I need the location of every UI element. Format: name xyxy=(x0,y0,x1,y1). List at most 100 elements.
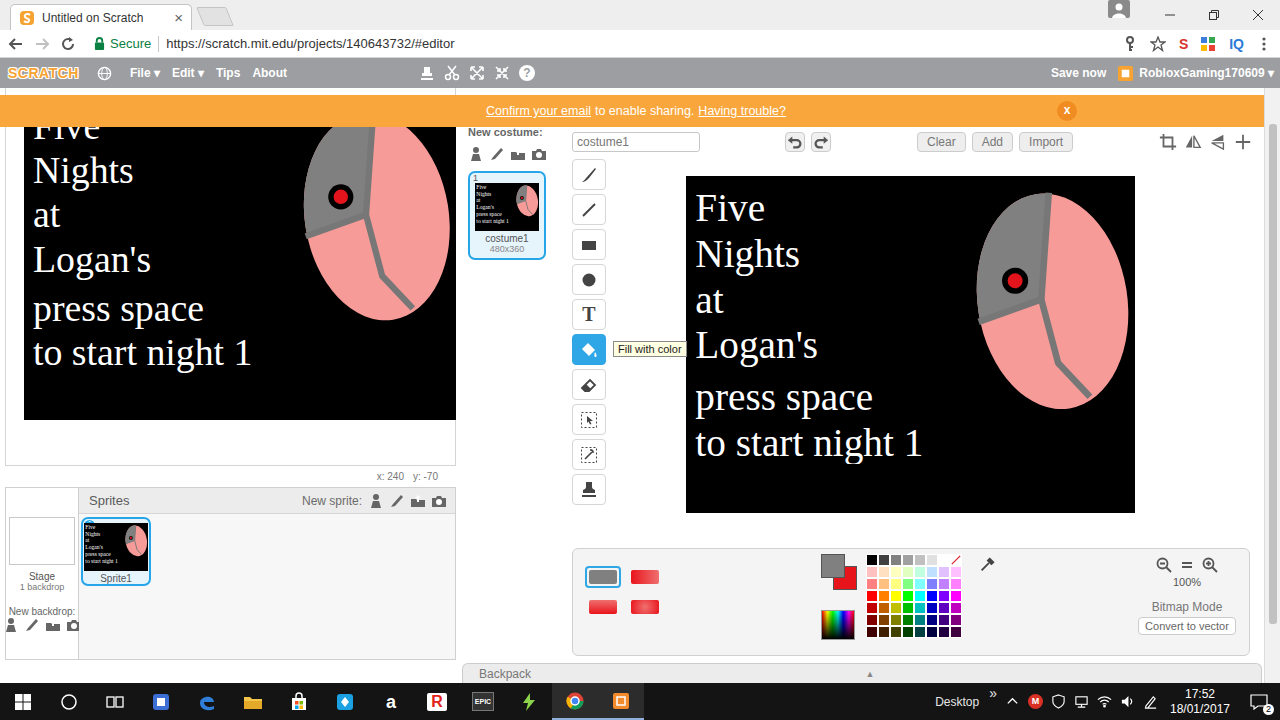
palette-color[interactable] xyxy=(902,614,914,626)
task-view-taskbar-button[interactable] xyxy=(92,683,138,720)
user-menu[interactable]: RobloxGaming170609 ▾ xyxy=(1139,66,1274,80)
palette-color[interactable] xyxy=(902,554,914,566)
chrome-taskbar-button[interactable] xyxy=(552,683,598,720)
paint-tool[interactable] xyxy=(572,229,606,260)
palette-color[interactable] xyxy=(878,614,890,626)
palette-color[interactable] xyxy=(938,614,950,626)
paint-tool[interactable] xyxy=(572,194,606,225)
save-now-button[interactable]: Save now xyxy=(1051,66,1106,80)
scratch-logo[interactable]: SCRATCH xyxy=(8,65,79,81)
palette-color[interactable] xyxy=(878,566,890,578)
palette-color[interactable] xyxy=(866,626,878,638)
menu-item[interactable]: Tips xyxy=(216,66,240,80)
palette-color[interactable] xyxy=(914,602,926,614)
flip-horizontal-icon[interactable] xyxy=(1184,133,1202,151)
amazon-taskbar-button[interactable]: a xyxy=(368,683,414,720)
url-text[interactable]: https://scratch.mit.edu/projects/1406437… xyxy=(166,36,454,51)
palette-color[interactable] xyxy=(902,578,914,590)
palette-color[interactable] xyxy=(902,602,914,614)
toolbar-overflow[interactable]: » xyxy=(989,685,997,701)
address-bar[interactable]: Securehttps://scratch.mit.edu/projects/1… xyxy=(94,36,455,52)
paint-tool[interactable] xyxy=(572,264,606,295)
palette-color[interactable] xyxy=(938,602,950,614)
menu-dots-icon[interactable] xyxy=(1256,36,1272,52)
flip-vertical-icon[interactable] xyxy=(1209,133,1227,151)
menu-item[interactable]: File ▾ xyxy=(130,66,160,80)
eyedropper-icon[interactable] xyxy=(978,556,996,574)
palette-color[interactable] xyxy=(914,626,926,638)
palette-color[interactable] xyxy=(914,590,926,602)
palette-color[interactable] xyxy=(926,578,938,590)
edge-taskbar-button[interactable] xyxy=(184,683,230,720)
forward-arrow-icon[interactable] xyxy=(34,36,50,52)
fill-mode[interactable] xyxy=(585,566,621,588)
backpack-bar[interactable]: Backpack▲ xyxy=(462,663,1262,683)
palette-color[interactable] xyxy=(926,614,938,626)
banner-close-button[interactable]: x xyxy=(1057,101,1077,121)
palette-color[interactable] xyxy=(890,602,902,614)
paint-button[interactable]: Add xyxy=(972,132,1013,152)
zoom-reset-icon[interactable] xyxy=(1179,557,1195,573)
palette-color[interactable] xyxy=(950,578,962,590)
paint-icon[interactable] xyxy=(389,493,405,509)
clock[interactable]: 17:5218/01/2017 xyxy=(1162,687,1238,717)
palette-color[interactable] xyxy=(890,578,902,590)
palette-color[interactable] xyxy=(878,590,890,602)
store-taskbar-button[interactable] xyxy=(276,683,322,720)
paint-tool[interactable]: Fill with color xyxy=(572,334,606,365)
palette-color[interactable] xyxy=(914,566,926,578)
palette-color[interactable] xyxy=(950,602,962,614)
palette-color[interactable] xyxy=(938,626,950,638)
roblox-taskbar-button[interactable]: R xyxy=(414,683,460,720)
app-blue-taskbar-button[interactable] xyxy=(138,683,184,720)
palette-color[interactable] xyxy=(950,614,962,626)
palette-color[interactable] xyxy=(890,590,902,602)
library-icon[interactable] xyxy=(3,617,19,633)
palette-color[interactable] xyxy=(914,614,926,626)
scroll-thumb[interactable] xyxy=(1269,124,1277,624)
camera-icon[interactable] xyxy=(431,493,447,509)
undo-icon[interactable] xyxy=(785,132,805,152)
grow-icon[interactable] xyxy=(469,65,485,81)
palette-color[interactable] xyxy=(950,626,962,638)
library-icon[interactable] xyxy=(368,493,384,509)
bolt-taskbar-button[interactable] xyxy=(506,683,552,720)
having-trouble-link[interactable]: Having trouble? xyxy=(698,104,786,118)
convert-to-vector-button[interactable]: Convert to vector xyxy=(1138,617,1236,635)
palette-color[interactable] xyxy=(938,566,950,578)
palette-color[interactable] xyxy=(890,554,902,566)
palette-color[interactable] xyxy=(866,602,878,614)
palette-color[interactable] xyxy=(938,578,950,590)
pen-tray-item[interactable] xyxy=(1139,683,1162,720)
palette-color[interactable] xyxy=(950,566,962,578)
palette-color[interactable] xyxy=(938,554,950,566)
palette-color[interactable] xyxy=(890,566,902,578)
user-avatar-icon[interactable] xyxy=(1118,66,1133,81)
upload-icon[interactable] xyxy=(510,146,526,162)
reload-icon[interactable] xyxy=(60,36,76,52)
browser-tab[interactable]: Untitled on Scratch× xyxy=(10,4,192,30)
scratch-taskbar-button[interactable] xyxy=(598,683,644,720)
extension-button[interactable]: IQ xyxy=(1229,36,1244,52)
shrink-icon[interactable] xyxy=(494,65,510,81)
extension-button[interactable]: S xyxy=(1179,36,1188,52)
zoom-in-icon[interactable] xyxy=(1202,557,1218,573)
transparent-color-icon[interactable] xyxy=(950,554,962,566)
help-button[interactable]: ? xyxy=(519,65,535,81)
epic-taskbar-button[interactable]: EPIC xyxy=(460,683,506,720)
restore-button[interactable] xyxy=(1192,0,1236,30)
camera-icon[interactable] xyxy=(531,146,547,162)
minimize-button[interactable] xyxy=(1148,0,1192,30)
fill-mode[interactable] xyxy=(627,596,663,618)
star-icon[interactable] xyxy=(1150,36,1166,52)
paint-tool[interactable] xyxy=(572,474,606,505)
menu-item[interactable]: About xyxy=(252,66,287,80)
redo-icon[interactable] xyxy=(811,132,831,152)
chevron-tray-item[interactable] xyxy=(1001,683,1024,720)
primary-color-swatch[interactable] xyxy=(821,554,845,578)
palette-color[interactable] xyxy=(926,554,938,566)
color-picker-square[interactable] xyxy=(821,610,855,640)
palette-color[interactable] xyxy=(926,590,938,602)
shield-tray-item[interactable] xyxy=(1047,683,1070,720)
palette-color[interactable] xyxy=(878,578,890,590)
